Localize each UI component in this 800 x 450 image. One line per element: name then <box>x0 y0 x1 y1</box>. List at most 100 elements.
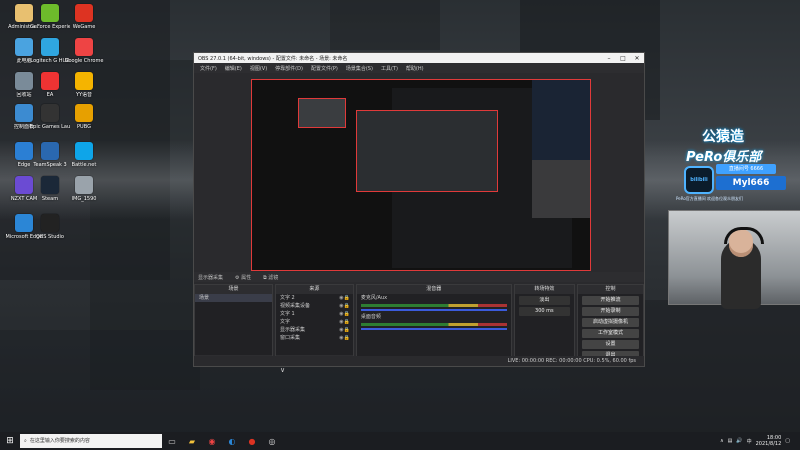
desktop-icon-label: IMG_1590 <box>71 196 97 202</box>
stream-brand-overlay: 公猿造 PeRo俱乐部 bilibili 直播间号 6666 Myl666 Pe… <box>662 118 800 208</box>
source-item[interactable]: 文字 ◉🔒 <box>276 318 353 326</box>
app-icon <box>41 4 59 22</box>
transitions-dock: 转场特效 淡出 300 ms <box>513 284 575 366</box>
eye-icon[interactable]: ◉🔒 <box>339 302 350 310</box>
app-icon <box>75 38 93 56</box>
brand-title-cn: 公猿造 <box>702 129 744 145</box>
menu-scene-collection[interactable]: 场景集合(S) <box>346 65 373 72</box>
minimize-icon[interactable]: – <box>602 55 616 62</box>
scenes-title: 场景 <box>195 285 272 294</box>
edge-icon[interactable]: ◐ <box>222 432 242 450</box>
desktop-icon-label: YY语音 <box>75 92 93 98</box>
controls-title: 控制 <box>577 285 643 294</box>
menu-file[interactable]: 文件(F) <box>200 65 217 72</box>
notification-icon[interactable]: ▢ <box>785 438 790 444</box>
desktop-icon[interactable]: PUBG <box>64 104 104 130</box>
duration-field[interactable]: 300 ms <box>518 307 570 316</box>
search-icon: ⌕ <box>24 438 27 444</box>
desktop-icon-label: Google Chrome <box>64 58 104 64</box>
tray-chevron-icon[interactable]: ∧ <box>720 438 724 444</box>
studio-mode-button[interactable]: 工作室模式 <box>581 329 639 338</box>
menu-help[interactable]: 帮助(H) <box>406 65 424 72</box>
room-number: 直播间号 6666 <box>716 164 776 174</box>
volume-slider[interactable] <box>360 328 507 330</box>
filters-button[interactable]: ⧉ 滤镜 <box>263 274 278 281</box>
volume-icon[interactable]: 🔊 <box>736 438 742 444</box>
preview-brand-overlay <box>532 80 590 160</box>
eye-icon[interactable]: ◉🔒 <box>339 318 350 326</box>
source-item[interactable]: 显示器采集 ◉🔒 <box>276 326 353 334</box>
desktop-icon[interactable]: IMG_1590 <box>64 176 104 202</box>
app-icon <box>41 72 59 90</box>
eye-icon[interactable]: ◉🔒 <box>339 334 350 342</box>
headset-icon <box>724 227 764 244</box>
audio-meter <box>360 323 507 326</box>
preview-webcam <box>532 160 590 218</box>
windows-start-icon[interactable]: ⊞ <box>0 432 20 450</box>
virtual-camera-button[interactable]: 启动虚拟摄像机 <box>581 318 639 327</box>
eye-icon[interactable]: ◉🔒 <box>339 310 350 318</box>
menu-edit[interactable]: 编辑(E) <box>225 65 242 72</box>
nested-preview-small <box>298 98 346 128</box>
mixer-channel-label: 桌面音频 <box>360 314 381 320</box>
eye-icon[interactable]: ◉🔒 <box>339 294 350 302</box>
desktop-icon[interactable]: Google Chrome <box>64 38 104 64</box>
scene-item[interactable]: 场景 <box>195 294 272 302</box>
source-item[interactable]: 视频采集设备 ◉🔒 <box>276 302 353 310</box>
start-recording-button[interactable]: 开始录制 <box>581 307 639 316</box>
source-item[interactable]: 文字 2 ◉🔒 <box>276 294 353 302</box>
sources-title: 来源 <box>275 285 353 294</box>
properties-button[interactable]: ⚙ 属性 <box>235 274 251 281</box>
brand-title-en: PeRo俱乐部 <box>686 150 762 165</box>
eye-icon[interactable]: ◉🔒 <box>339 326 350 334</box>
menu-docks[interactable]: 停靠部件(D) <box>275 65 303 72</box>
nested-preview <box>356 110 498 192</box>
obs-statusbar: LIVE: 00:00:00 REC: 00:00:00 CPU: 0.5%, … <box>194 356 644 366</box>
chrome-icon[interactable]: ◉ <box>202 432 222 450</box>
transition-select[interactable]: 淡出 <box>518 296 570 305</box>
app-icon <box>41 142 59 160</box>
sources-dock: 来源 文字 2 ◉🔒 视频采集设备 ◉🔒 文字 1 ◉🔒 文字 ◉🔒 显示器采集 ◉🔒 窗… <box>274 284 354 374</box>
desktop-icon-label: Battle.net <box>71 162 97 168</box>
obs-titlebar[interactable]: OBS 27.0.1 (64-bit, windows) - 配置文件: 未命名… <box>194 53 644 63</box>
desktop-icon-label: OBS Studio <box>36 234 64 240</box>
maximize-icon[interactable]: □ <box>616 55 630 62</box>
mixer-dock: 混音器 麦克风/Aux 桌面音频 <box>355 284 512 366</box>
menu-view[interactable]: 视图(V) <box>250 65 267 72</box>
app-icon <box>41 104 59 122</box>
app-icon <box>75 4 93 22</box>
network-icon[interactable]: ▤ <box>728 438 733 444</box>
start-streaming-button[interactable]: 开始推流 <box>581 296 639 305</box>
app-icon <box>41 38 59 56</box>
taskbar: ⊞ ⌕ 在这里输入你要搜索的内容 ▭ ▰ ◉ ◐ ● ◎ ∧ ▤ 🔊 中 18:… <box>0 432 800 450</box>
source-item[interactable]: 窗口采集 ◉🔒 <box>276 334 353 342</box>
file-explorer-icon[interactable]: ▰ <box>182 432 202 450</box>
app-icon <box>41 176 59 194</box>
obs-taskbar-icon[interactable]: ◎ <box>262 432 282 450</box>
obs-preview[interactable] <box>251 79 591 271</box>
obs-docks: 场景 场景 + − ∧ ∨ 来源 文字 2◉🔒 视频采集设备◉🔒 文字 1◉🔒 … <box>194 284 644 374</box>
source-toolbar: 显示器采集 ⚙ 属性 ⧉ 滤镜 <box>194 272 644 282</box>
desktop-icon[interactable]: YY语音 <box>64 72 104 98</box>
obs-window[interactable]: OBS 27.0.1 (64-bit, windows) - 配置文件: 未命名… <box>193 52 645 374</box>
clock[interactable]: 18:00 2021/8/12 <box>756 435 782 447</box>
search-box[interactable]: ⌕ 在这里输入你要搜索的内容 <box>20 434 162 448</box>
menu-tools[interactable]: 工具(T) <box>381 65 398 72</box>
streamer-id: Myl666 <box>716 176 786 190</box>
webcam-feed <box>668 210 800 309</box>
source-item[interactable]: 文字 1 ◉🔒 <box>276 310 353 318</box>
app-icon <box>75 142 93 160</box>
volume-slider[interactable] <box>360 309 507 311</box>
close-icon[interactable]: ✕ <box>630 55 644 62</box>
bilibili-icon: bilibili <box>684 166 714 194</box>
wegame-icon[interactable]: ● <box>242 432 262 450</box>
input-language[interactable]: 中 <box>747 438 752 445</box>
settings-button[interactable]: 设置 <box>581 340 639 349</box>
desktop-icon[interactable]: OBS Studio <box>30 214 70 240</box>
menu-profile[interactable]: 配置文件(P) <box>311 65 338 72</box>
search-placeholder: 在这里输入你要搜索的内容 <box>29 438 90 444</box>
app-icon <box>75 104 93 122</box>
desktop-icon[interactable]: WeGame <box>64 4 104 30</box>
task-view-icon[interactable]: ▭ <box>162 432 182 450</box>
desktop-icon[interactable]: Battle.net <box>64 142 104 168</box>
